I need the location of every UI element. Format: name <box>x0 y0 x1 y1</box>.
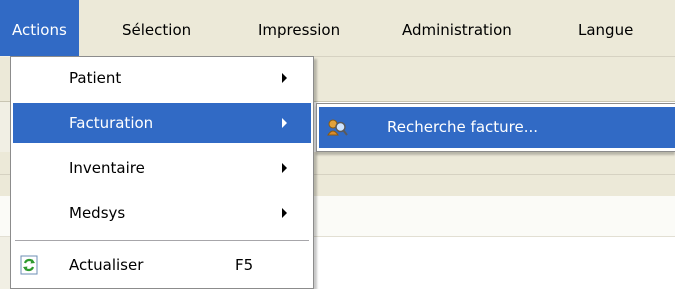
menu-item-label: Medsys <box>69 204 126 222</box>
menu-item-label: Recherche facture... <box>387 118 539 136</box>
menu-impression[interactable]: Impression <box>246 0 352 56</box>
menu-item-label: Patient <box>69 69 122 87</box>
refresh-icon <box>13 245 45 285</box>
menu-item-label: Inventaire <box>69 159 145 177</box>
submenu-arrow-icon <box>282 163 287 173</box>
menu-item-recherche-facture[interactable]: Recherche facture... <box>319 107 675 148</box>
menu-item-label: Actualiser <box>69 256 144 274</box>
menu-separator <box>15 240 309 241</box>
menu-item-inventaire[interactable]: Inventaire <box>13 148 311 188</box>
menu-item-medsys[interactable]: Medsys <box>13 193 311 233</box>
menu-administration[interactable]: Administration <box>390 0 524 56</box>
menu-item-patient[interactable]: Patient <box>13 58 311 98</box>
submenu-arrow-icon <box>282 118 287 128</box>
menu-actions[interactable]: Actions <box>0 0 79 56</box>
search-invoice-icon <box>319 107 355 148</box>
menu-item-actualiser[interactable]: Actualiser F5 <box>13 245 311 285</box>
menu-item-facturation[interactable]: Facturation <box>13 103 311 143</box>
facturation-submenu: Recherche facture... <box>316 103 675 152</box>
menu-item-label: Facturation <box>69 114 154 132</box>
menu-selection[interactable]: Sélection <box>110 0 203 56</box>
submenu-arrow-icon <box>282 208 287 218</box>
submenu-arrow-icon <box>282 73 287 83</box>
actions-dropdown-menu: Patient Facturation Inventaire Medsys Ac… <box>10 56 314 289</box>
menu-langue[interactable]: Langue <box>566 0 645 56</box>
shortcut-label: F5 <box>235 256 254 274</box>
menu-bar: Actions Sélection Impression Administrat… <box>0 0 675 57</box>
